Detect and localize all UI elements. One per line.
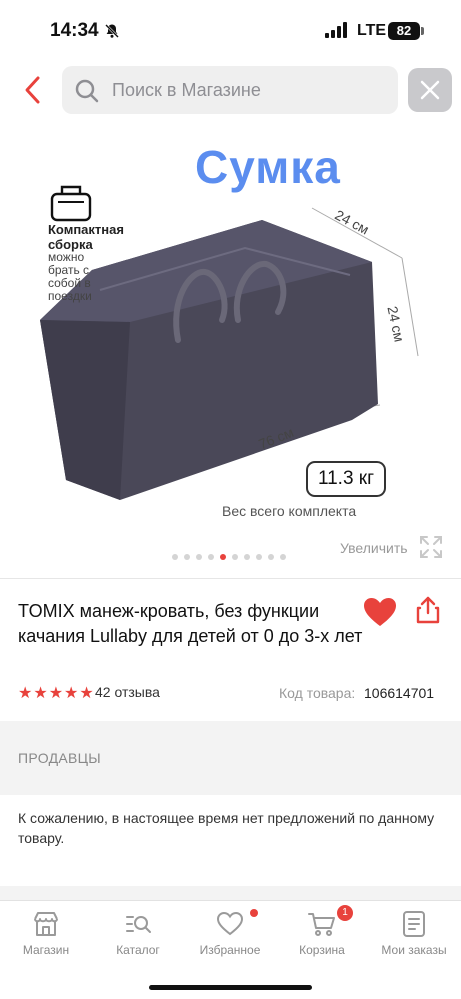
weight-badge: 11.3 кг: [306, 461, 386, 497]
signal-icon: [325, 22, 347, 38]
nav-label: Корзина: [299, 943, 345, 957]
carousel-dot[interactable]: [268, 554, 274, 560]
nav-item-favorites[interactable]: Избранное: [184, 909, 276, 957]
favorites-badge-dot: [250, 909, 258, 917]
star-icon: ★: [64, 685, 79, 702]
bell-muted-icon: [105, 24, 119, 38]
nav-item-catalog[interactable]: Каталог: [92, 909, 184, 957]
carousel-dot[interactable]: [196, 554, 202, 560]
nav-item-cart[interactable]: 1 Корзина: [276, 905, 368, 957]
product-code-label: Код товара:: [279, 685, 356, 701]
back-button[interactable]: [18, 72, 50, 108]
divider: [0, 578, 461, 579]
cart-badge: 1: [337, 905, 353, 921]
network-type: LTE: [357, 22, 387, 39]
nav-label: Избранное: [199, 943, 261, 957]
image-carousel-dots[interactable]: [172, 554, 292, 562]
star-icon: ★: [33, 685, 48, 702]
store-icon: [34, 912, 58, 936]
zoom-button-label[interactable]: Увеличить: [340, 540, 408, 556]
carousel-dot[interactable]: [232, 554, 238, 560]
star-icon: ★: [48, 685, 64, 702]
status-bar: 14:34 LTE 82: [0, 0, 461, 58]
expand-icon[interactable]: [419, 535, 443, 559]
close-icon: [420, 80, 440, 100]
search-placeholder: Поиск в Магазине: [112, 80, 261, 100]
image-compact-title: Компактная сборка: [48, 222, 124, 252]
section-separator: [0, 886, 461, 900]
search-icon: [75, 79, 99, 103]
rating-stars[interactable]: ★ ★ ★ ★ ★: [18, 683, 95, 703]
carousel-dot[interactable]: [280, 554, 286, 560]
product-code-value: 106614701: [364, 685, 435, 701]
home-indicator: [149, 985, 312, 990]
close-search-button[interactable]: [408, 68, 452, 112]
carousel-dot[interactable]: [172, 554, 178, 560]
favorite-heart-icon[interactable]: [362, 596, 398, 628]
orders-icon: [403, 911, 425, 937]
star-icon: ★: [18, 685, 33, 702]
star-icon: ★: [79, 685, 94, 702]
nav-label: Каталог: [116, 943, 160, 957]
weight-value: 11.3 кг: [317, 468, 375, 489]
clock: 14:34: [50, 20, 99, 41]
battery-tip: [421, 27, 424, 35]
cart-icon: [308, 913, 335, 936]
image-title: Сумка: [195, 141, 341, 193]
search-field[interactable]: Поиск в Магазине: [62, 66, 398, 114]
carousel-dot[interactable]: [208, 554, 214, 560]
chevron-left-icon: [25, 76, 40, 104]
weight-caption: Вес всего комплекта: [222, 503, 357, 519]
nav-label: Магазин: [22, 943, 70, 957]
product-title: TOMIX манеж-кровать, без функции качания…: [18, 601, 363, 646]
carousel-dot[interactable]: [244, 554, 250, 560]
battery-indicator: 82: [388, 22, 420, 40]
nav-item-orders[interactable]: Мои заказы: [368, 909, 460, 957]
heart-icon: [216, 911, 244, 936]
sellers-title: ПРОДАВЦЫ: [18, 750, 101, 766]
share-icon[interactable]: [414, 596, 442, 624]
catalog-icon: [126, 916, 151, 933]
nav-label: Мои заказы: [381, 943, 447, 957]
carousel-dot[interactable]: [256, 554, 262, 560]
carousel-dot-active[interactable]: [220, 554, 226, 560]
sellers-empty-message: К сожалению, в настоящее время нет предл…: [18, 810, 435, 846]
carousel-dot[interactable]: [184, 554, 190, 560]
reviews-link[interactable]: 42 отзыва: [95, 684, 160, 700]
image-compact-subtitle: можно брать с собой в поездки: [48, 250, 92, 303]
nav-item-store[interactable]: Магазин: [0, 909, 92, 957]
